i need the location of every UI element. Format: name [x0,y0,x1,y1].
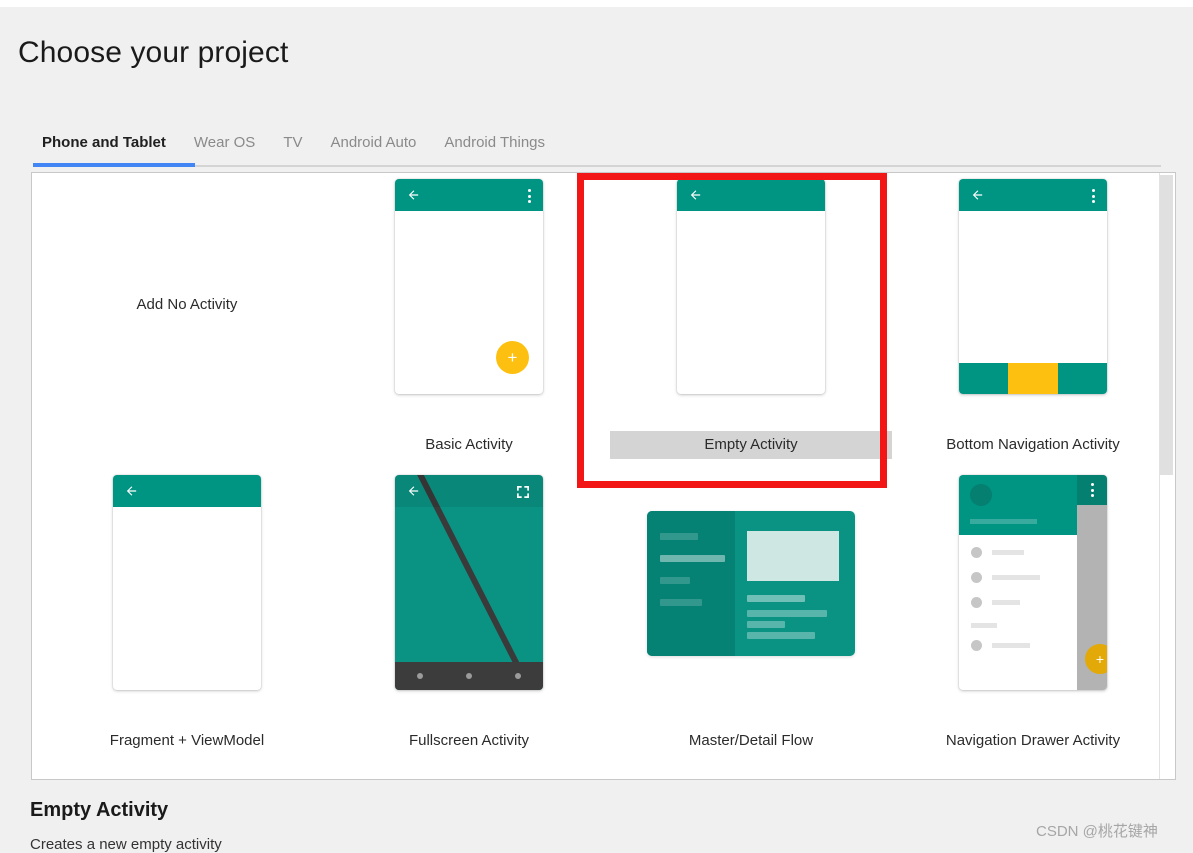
back-arrow-icon [688,188,703,202]
template-card-master-detail-flow[interactable]: Master/Detail Flow [610,475,892,755]
template-card-empty-activity[interactable]: Empty Activity [610,179,892,459]
list-item-line [660,577,690,584]
tablet-mock [647,511,855,656]
tab-android-things[interactable]: Android Things [430,134,559,161]
overflow-menu-icon [1077,475,1107,505]
phone-mock: + [395,179,543,394]
template-gallery: Add No Activity + Basic Activity [31,172,1176,780]
phone-mock [395,475,543,690]
list-item-line-selected [660,555,725,562]
template-label-basic-activity: Basic Activity [328,431,610,459]
overflow-menu-icon [1092,189,1096,203]
template-thumbnail-none: Add No Activity [46,179,328,431]
template-thumbnail-basic: + [328,179,610,431]
template-thumbnail-masterdetail [610,475,892,727]
tab-phone-and-tablet[interactable]: Phone and Tablet [33,134,180,161]
bottom-nav-item-active [1008,363,1059,394]
drawer-header-line [970,519,1037,524]
app-bar [395,179,543,211]
template-label-navigation-drawer-activity: Navigation Drawer Activity [892,727,1174,755]
nav-dot [466,673,472,679]
template-card-bottom-navigation-activity[interactable]: Bottom Navigation Activity [892,179,1174,459]
template-thumbnail-fullscreen [328,475,610,727]
bottom-navigation-bar [959,363,1107,394]
template-label-fullscreen-activity: Fullscreen Activity [328,727,610,755]
tab-wear-os[interactable]: Wear OS [180,134,269,161]
template-thumbnail-drawer: + [892,475,1174,727]
bottom-nav-item [959,363,1008,394]
drawer-item-label [992,600,1020,605]
template-card-basic-activity[interactable]: + Basic Activity [328,179,610,459]
drawer-item-label [992,575,1040,580]
drawer-item-icon [971,547,982,558]
template-card-navigation-drawer-activity[interactable]: + Navigation Drawer Activity [892,475,1174,755]
phone-mock [113,475,261,690]
template-card-fullscreen-activity[interactable]: Fullscreen Activity [328,475,610,755]
app-bar [395,475,543,507]
fullscreen-icon [515,484,531,500]
template-thumbnail-fragment [46,475,328,727]
phone-mock [959,179,1107,394]
floating-action-button-icon: + [496,341,529,374]
detail-title-line [747,595,805,602]
floating-action-button-icon: + [1085,644,1107,674]
drawer-item-icon [971,640,982,651]
template-label-bottom-navigation-activity: Bottom Navigation Activity [892,431,1174,459]
drawer-section-divider-label [971,623,997,628]
template-label-empty-activity: Empty Activity [610,431,892,459]
detail-image-placeholder [747,531,839,581]
drawer-item-icon [971,572,982,583]
drawer-item-label [992,550,1024,555]
template-card-add-no-activity[interactable]: Add No Activity [46,179,328,431]
nav-dot [417,673,423,679]
gallery-scrollbar-thumb[interactable] [1160,175,1173,475]
bottom-nav-item [1058,363,1107,394]
page-title: Choose your project [18,36,288,70]
description-title: Empty Activity [30,799,168,822]
detail-body-line [747,621,785,628]
tab-tv[interactable]: TV [269,134,316,161]
app-bar [113,475,261,507]
tab-android-auto[interactable]: Android Auto [316,134,430,161]
overflow-menu-icon [528,189,532,203]
template-thumbnail-bottomnav [892,179,1174,431]
back-arrow-icon [124,484,139,498]
back-arrow-icon [970,188,985,202]
template-grid: Add No Activity + Basic Activity [32,173,1162,779]
detail-body-line [747,610,827,617]
diagonal-accent [411,475,534,690]
system-navigation-bar [395,662,543,690]
watermark: CSDN @桃花键神 [1036,820,1158,841]
template-label-fragment-viewmodel: Fragment + ViewModel [46,727,328,755]
drawer-item-icon [971,597,982,608]
drawer-item-label [992,643,1030,648]
gallery-scrollbar[interactable] [1159,173,1175,779]
drawer-header [959,475,1077,535]
app-bar [959,179,1107,211]
app-bar [677,179,825,211]
avatar [970,484,992,506]
window-top-strip [0,0,1193,7]
description-body: Creates a new empty activity [30,836,222,853]
template-thumbnail-empty [610,179,892,431]
template-label-add-no-activity: Add No Activity [137,179,238,431]
phone-mock [677,179,825,394]
template-label-master-detail-flow: Master/Detail Flow [610,727,892,755]
nav-dot [515,673,521,679]
back-arrow-icon [406,484,421,498]
list-item-line [660,533,698,540]
back-arrow-icon [406,188,421,202]
active-tab-indicator [33,163,195,167]
list-item-line [660,599,702,606]
template-card-fragment-viewmodel[interactable]: Fragment + ViewModel [46,475,328,755]
phone-mock: + [959,475,1107,690]
detail-body-line [747,632,815,639]
tab-bar-divider [195,165,1161,167]
